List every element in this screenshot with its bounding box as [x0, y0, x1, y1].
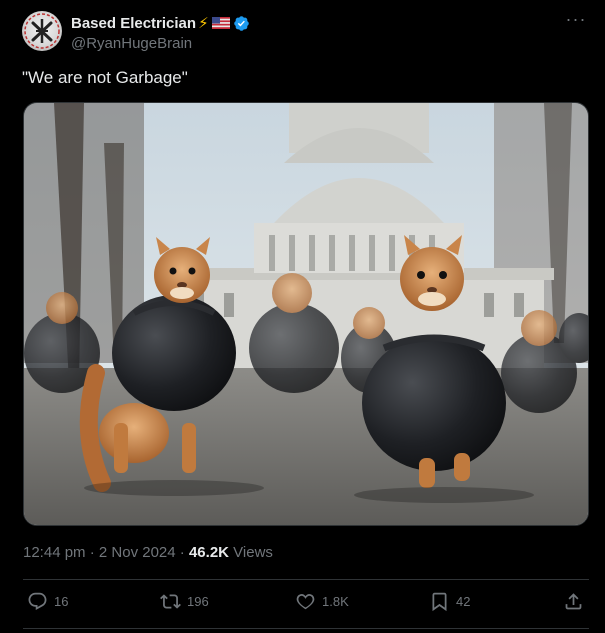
reply-button[interactable]: 16 — [27, 591, 68, 612]
share-button[interactable] — [563, 591, 590, 612]
retweet-button[interactable]: 196 — [160, 591, 209, 612]
avatar-emblem-icon — [24, 13, 60, 49]
retweet-icon — [160, 594, 181, 609]
tweet-meta: 12:44 pm · 2 Nov 2024 · 46.2K Views — [23, 544, 273, 561]
author-handle[interactable]: @RyanHugeBrain — [71, 35, 250, 52]
more-options-button[interactable]: ··· — [564, 10, 588, 32]
tweet-time[interactable]: 12:44 pm — [23, 544, 86, 561]
verified-badge-icon[interactable] — [233, 15, 250, 32]
like-button[interactable]: 1.8K — [295, 591, 349, 612]
reply-count: 16 — [54, 594, 69, 609]
bookmark-button[interactable]: 42 — [429, 591, 470, 612]
avatar[interactable] — [22, 11, 62, 51]
tweet-date[interactable]: 2 Nov 2024 — [99, 544, 176, 561]
display-name[interactable]: Based Electrician — [71, 15, 196, 32]
meta-separator: · — [89, 544, 95, 561]
tweet-text: "We are not Garbage" — [22, 68, 188, 87]
reply-icon — [28, 592, 47, 610]
tweet-actions: 16 196 1.8K 42 — [23, 591, 589, 617]
divider — [23, 579, 589, 580]
bookmark-icon — [432, 592, 447, 612]
share-icon — [565, 593, 582, 610]
tweet: Based Electrician ⚡ @RyanHugeBrain ··· " — [0, 0, 605, 633]
tweet-media-image[interactable] — [23, 102, 589, 526]
lightning-emoji-icon: ⚡ — [198, 15, 209, 32]
divider — [23, 628, 589, 629]
retweet-count: 196 — [187, 594, 209, 609]
like-count: 1.8K — [322, 594, 349, 609]
heart-icon — [296, 594, 315, 610]
meta-separator: · — [179, 544, 185, 561]
author-names: Based Electrician ⚡ @RyanHugeBrain — [71, 13, 250, 52]
bookmark-count: 42 — [456, 594, 471, 609]
views-label: Views — [233, 544, 273, 561]
tweet-header: Based Electrician ⚡ @RyanHugeBrain ··· — [22, 10, 592, 54]
views-count: 46.2K — [188, 544, 229, 561]
squirrels-in-garbage-bags-photo — [24, 103, 588, 525]
us-flag-icon — [211, 17, 230, 29]
display-name-row: Based Electrician ⚡ — [71, 13, 250, 33]
